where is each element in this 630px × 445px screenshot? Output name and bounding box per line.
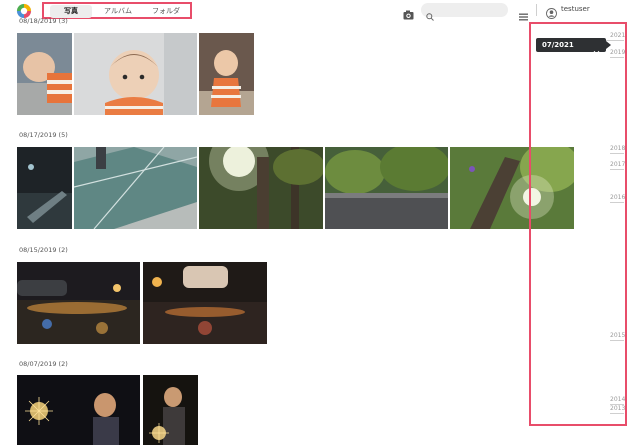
photo-thumbnail[interactable] bbox=[17, 33, 72, 115]
timeline-month-popup[interactable]: 07/2021 bbox=[536, 38, 606, 55]
chevron-down-icon bbox=[593, 41, 600, 55]
user-avatar-icon[interactable] bbox=[546, 4, 557, 19]
timeline-year[interactable]: 2021 bbox=[610, 32, 625, 39]
photo-thumbnail[interactable] bbox=[17, 262, 140, 344]
date-label: 08/17/2019 (5) bbox=[19, 131, 68, 139]
timeline-year[interactable]: 2013 bbox=[610, 405, 625, 412]
timeline-tick bbox=[610, 340, 624, 341]
timeline-tick bbox=[610, 169, 624, 170]
timeline-year[interactable]: 2019 bbox=[610, 49, 625, 56]
timeline-year[interactable]: 2016 bbox=[610, 194, 625, 201]
photo-thumbnail[interactable] bbox=[17, 147, 72, 229]
timeline-scrubber[interactable] bbox=[529, 22, 627, 426]
popup-pointer bbox=[606, 41, 611, 49]
tab-folders[interactable]: フォルダ bbox=[146, 5, 186, 18]
list-view-icon[interactable] bbox=[519, 6, 528, 21]
photo-thumbnail[interactable] bbox=[17, 375, 140, 445]
tab-albums[interactable]: アルバム bbox=[96, 5, 140, 18]
timeline-month-label: 07/2021 bbox=[542, 41, 574, 49]
user-name[interactable]: testuser bbox=[561, 4, 590, 15]
photo-thumbnail[interactable] bbox=[143, 375, 198, 445]
date-label: 08/15/2019 (2) bbox=[19, 246, 68, 254]
timeline-year[interactable]: 2018 bbox=[610, 145, 625, 152]
camera-upload-icon[interactable] bbox=[403, 5, 414, 20]
header-divider bbox=[536, 4, 537, 16]
date-label: 08/07/2019 (2) bbox=[19, 360, 68, 368]
search-input[interactable] bbox=[437, 4, 503, 16]
photo-thumbnail[interactable] bbox=[74, 147, 197, 229]
timeline-tick bbox=[610, 413, 624, 414]
photo-thumbnail[interactable] bbox=[325, 147, 448, 229]
timeline-year[interactable]: 2014 bbox=[610, 396, 625, 403]
timeline-tick bbox=[610, 57, 624, 58]
timeline-tick bbox=[610, 153, 624, 154]
photo-thumbnail[interactable] bbox=[199, 147, 323, 229]
photo-thumbnail[interactable] bbox=[74, 33, 197, 115]
photo-thumbnail[interactable] bbox=[199, 33, 254, 115]
photo-thumbnail[interactable] bbox=[143, 262, 267, 344]
search-box bbox=[421, 3, 508, 21]
timeline-year[interactable]: 2017 bbox=[610, 161, 625, 168]
timeline-year[interactable]: 2015 bbox=[610, 332, 625, 339]
search-icon bbox=[426, 6, 434, 21]
date-label: 08/18/2019 (3) bbox=[19, 17, 68, 25]
timeline-tick bbox=[610, 202, 624, 203]
